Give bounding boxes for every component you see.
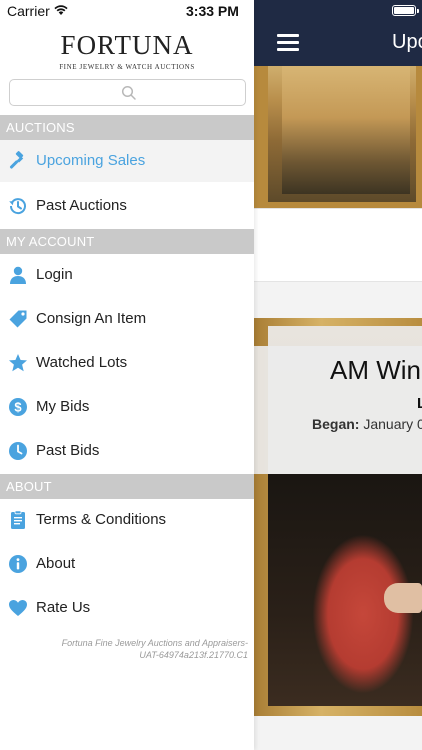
hamburger-menu-icon[interactable] <box>277 34 299 52</box>
status-time: 3:33 PM <box>186 3 239 19</box>
navigation-drawer: FORTUNA FINE JEWELRY & WATCH AUCTIONS AU… <box>0 0 254 750</box>
menu-item-past-auctions[interactable]: Past Auctions <box>0 185 254 227</box>
menu-item-my-bids[interactable]: $ My Bids <box>0 386 254 428</box>
user-icon <box>10 266 26 284</box>
carrier-label: Carrier <box>7 3 50 19</box>
menu-item-label: About <box>36 555 76 572</box>
section-header-auctions: AUCTIONS <box>0 115 254 140</box>
logo-wordmark: FORTUNA <box>60 30 194 60</box>
clock-icon <box>9 442 27 460</box>
section-header-about: ABOUT <box>0 474 254 499</box>
svg-text:$: $ <box>14 400 22 415</box>
menu-item-rate-us[interactable]: Rate Us <box>0 587 254 629</box>
auction-card-2-subtitle: L <box>417 395 422 412</box>
fortuna-logo: FORTUNA FINE JEWELRY & WATCH AUCTIONS <box>0 30 254 71</box>
menu-item-label: Consign An Item <box>36 310 147 327</box>
auction-card-1-body[interactable] <box>254 208 422 282</box>
section-header-my-account: MY ACCOUNT <box>0 229 254 254</box>
gavel-icon <box>9 151 24 169</box>
menu-item-consign[interactable]: Consign An Item <box>0 298 254 340</box>
auction-card-2-title: AM Win <box>330 355 421 385</box>
info-icon <box>9 555 27 573</box>
search-icon <box>121 85 136 100</box>
battery-icon <box>392 5 419 16</box>
menu-item-label: Watched Lots <box>36 354 128 371</box>
build-info-line-2: UAT-64974a213f.21770.C1 <box>139 650 248 660</box>
star-icon <box>9 354 27 372</box>
search-input[interactable] <box>9 79 246 106</box>
menu-item-past-bids[interactable]: Past Bids <box>0 430 254 472</box>
menu-item-about[interactable]: About <box>0 543 254 585</box>
menu-item-login[interactable]: Login <box>0 254 254 296</box>
wifi-icon <box>54 5 68 15</box>
menu-item-label: Login <box>36 266 73 283</box>
menu-item-watched-lots[interactable]: Watched Lots <box>0 342 254 384</box>
page-title: Upco <box>392 31 422 53</box>
build-info: Fortuna Fine Jewelry Auctions and Apprai… <box>62 637 248 661</box>
menu-item-label: Terms & Conditions <box>36 511 167 528</box>
heart-icon <box>9 600 27 616</box>
menu-item-label: Rate Us <box>36 599 91 616</box>
logo-tagline: FINE JEWELRY & WATCH AUCTIONS <box>59 63 195 71</box>
history-icon <box>9 198 26 215</box>
status-bar: Carrier 3:33 PM <box>0 0 422 21</box>
dollar-icon: $ <box>9 398 27 416</box>
began-label: Began: <box>312 416 360 432</box>
auction-card-2-began: Began: January 0 <box>312 416 422 432</box>
document-icon <box>11 510 25 529</box>
menu-item-label: My Bids <box>36 398 90 415</box>
tag-icon <box>9 310 27 328</box>
auction-image-1[interactable] <box>254 66 422 208</box>
menu-item-label: Past Auctions <box>36 197 127 214</box>
build-info-line-1: Fortuna Fine Jewelry Auctions and Apprai… <box>61 638 248 648</box>
menu-item-upcoming-sales[interactable]: Upcoming Sales <box>0 140 254 182</box>
menu-item-label: Upcoming Sales <box>36 152 146 169</box>
menu-item-terms[interactable]: Terms & Conditions <box>0 499 254 541</box>
portrait-hand <box>384 583 422 613</box>
began-value: January 0 <box>363 416 422 432</box>
menu-item-label: Past Bids <box>36 442 100 459</box>
